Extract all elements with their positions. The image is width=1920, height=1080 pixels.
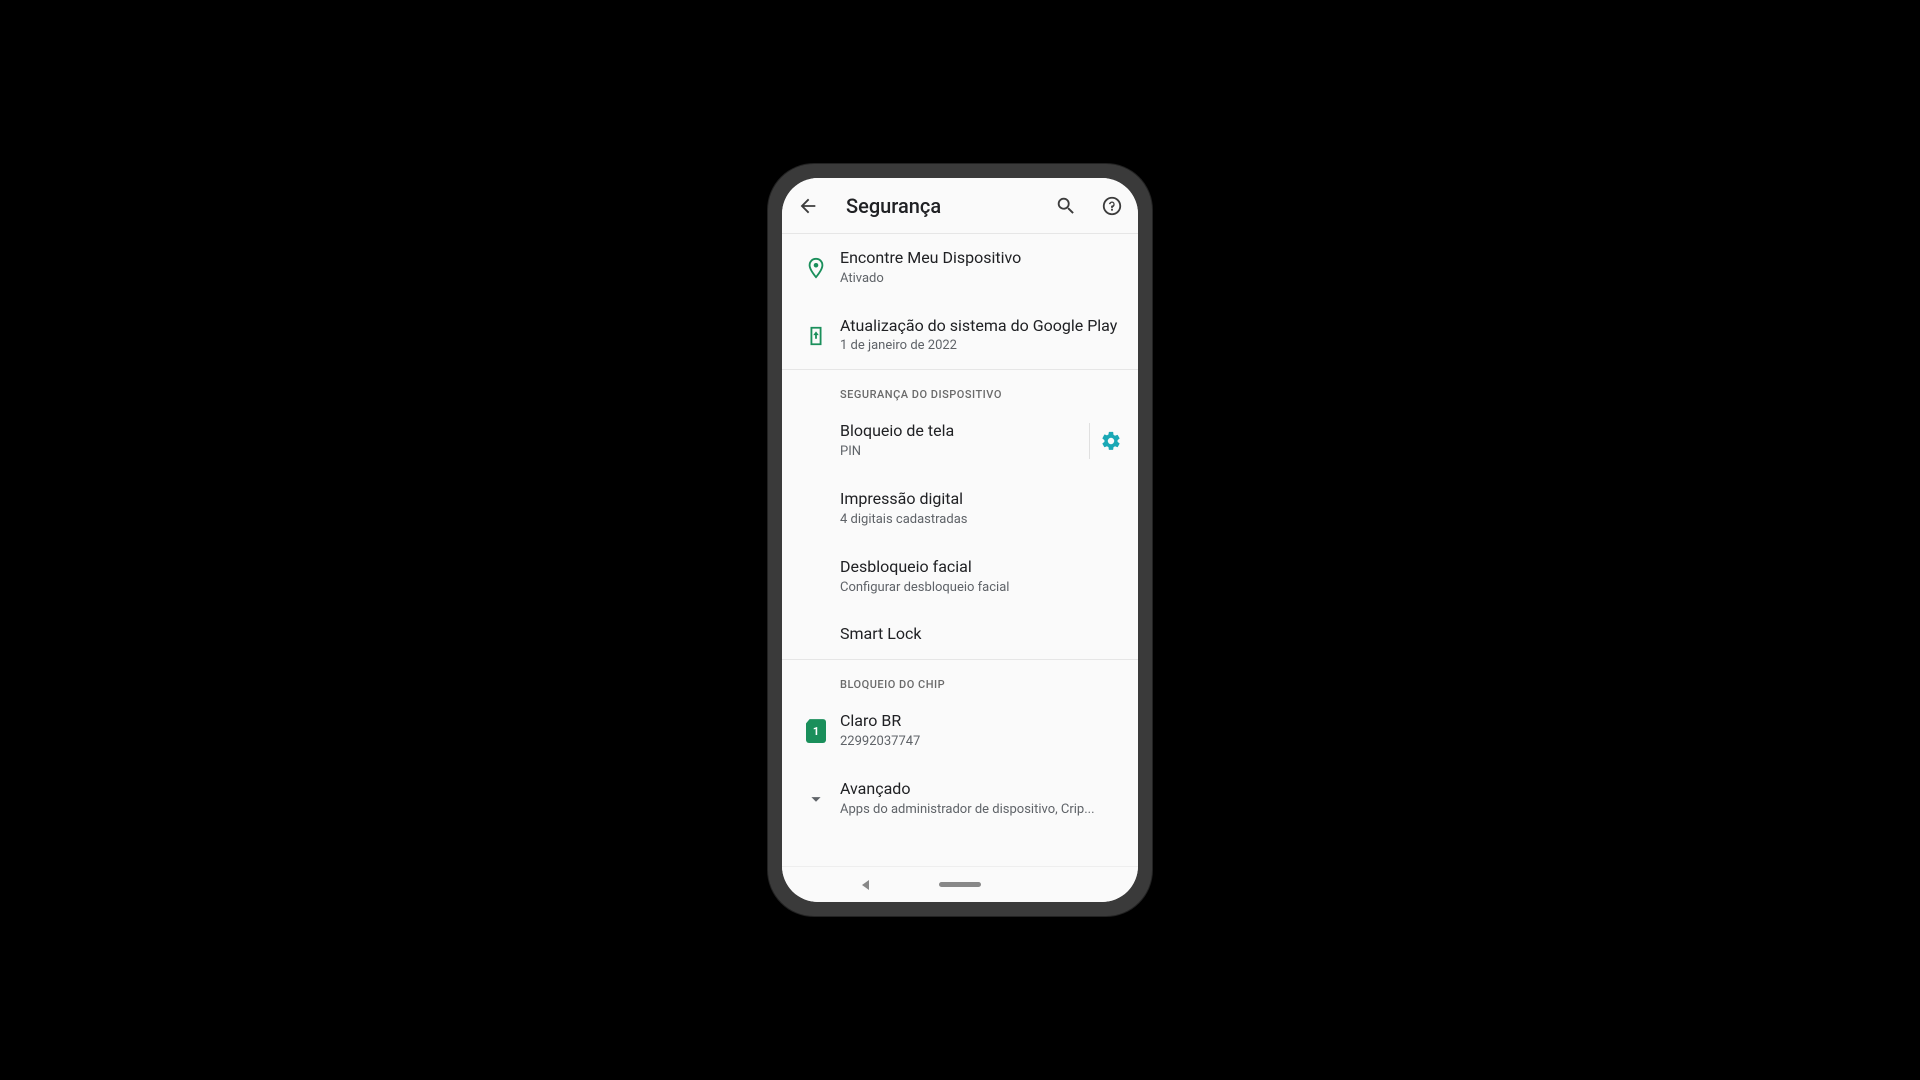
device-frame: Segurança Encontre Meu Dispositivo Ativa… — [768, 164, 1152, 916]
row-title: Impressão digital — [840, 489, 1122, 510]
screen-lock-row[interactable]: Bloqueio de tela PIN — [782, 407, 1138, 475]
face-unlock-row[interactable]: Desbloqueio facial Configurar desbloquei… — [782, 543, 1138, 611]
back-button[interactable] — [794, 192, 822, 220]
arrow-left-icon — [797, 195, 819, 217]
smart-lock-row[interactable]: Smart Lock — [782, 610, 1138, 659]
search-icon — [1055, 195, 1077, 217]
advanced-row[interactable]: Avançado Apps do administrador de dispos… — [782, 765, 1138, 833]
row-subtitle: 4 digitais cadastradas — [840, 512, 1122, 529]
find-my-device-row[interactable]: Encontre Meu Dispositivo Ativado — [782, 234, 1138, 302]
section-header-device-security: SEGURANÇA DO DISPOSITIVO — [782, 370, 1138, 407]
app-bar: Segurança — [782, 178, 1138, 234]
nav-home-pill[interactable] — [939, 882, 981, 887]
screen-lock-settings-button[interactable] — [1089, 423, 1122, 459]
fingerprint-row[interactable]: Impressão digital 4 digitais cadastradas — [782, 475, 1138, 543]
search-button[interactable] — [1052, 192, 1080, 220]
gear-icon — [1100, 430, 1122, 452]
page-title: Segurança — [846, 194, 1034, 218]
row-title: Claro BR — [840, 711, 1122, 732]
help-icon — [1101, 195, 1123, 217]
row-subtitle: Apps do administrador de dispositivo, Cr… — [840, 802, 1122, 819]
row-title: Avançado — [840, 779, 1122, 800]
nav-back-button[interactable] — [862, 880, 869, 890]
row-subtitle: Configurar desbloqueio facial — [840, 580, 1122, 597]
system-nav-bar — [782, 866, 1138, 902]
sim-card-icon: 1 — [806, 719, 826, 743]
row-title: Atualização do sistema do Google Play — [840, 316, 1122, 337]
play-system-update-row[interactable]: Atualização do sistema do Google Play 1 … — [782, 302, 1138, 370]
row-subtitle: Ativado — [840, 271, 1122, 288]
section-header-sim-lock: BLOQUEIO DO CHIP — [782, 660, 1138, 697]
row-title: Bloqueio de tela — [840, 421, 1081, 442]
system-update-icon — [792, 325, 840, 347]
row-subtitle: PIN — [840, 444, 1081, 461]
chevron-down-icon — [792, 788, 840, 810]
settings-list[interactable]: Encontre Meu Dispositivo Ativado Atualiz… — [782, 234, 1138, 866]
row-title: Encontre Meu Dispositivo — [840, 248, 1122, 269]
row-subtitle: 1 de janeiro de 2022 — [840, 338, 1122, 355]
screen: Segurança Encontre Meu Dispositivo Ativa… — [782, 178, 1138, 902]
row-title: Smart Lock — [840, 624, 1122, 645]
sim-lock-row[interactable]: 1 Claro BR 22992037747 — [782, 697, 1138, 765]
help-button[interactable] — [1098, 192, 1126, 220]
row-title: Desbloqueio facial — [840, 557, 1122, 578]
row-subtitle: 22992037747 — [840, 734, 1122, 751]
location-icon — [792, 257, 840, 279]
